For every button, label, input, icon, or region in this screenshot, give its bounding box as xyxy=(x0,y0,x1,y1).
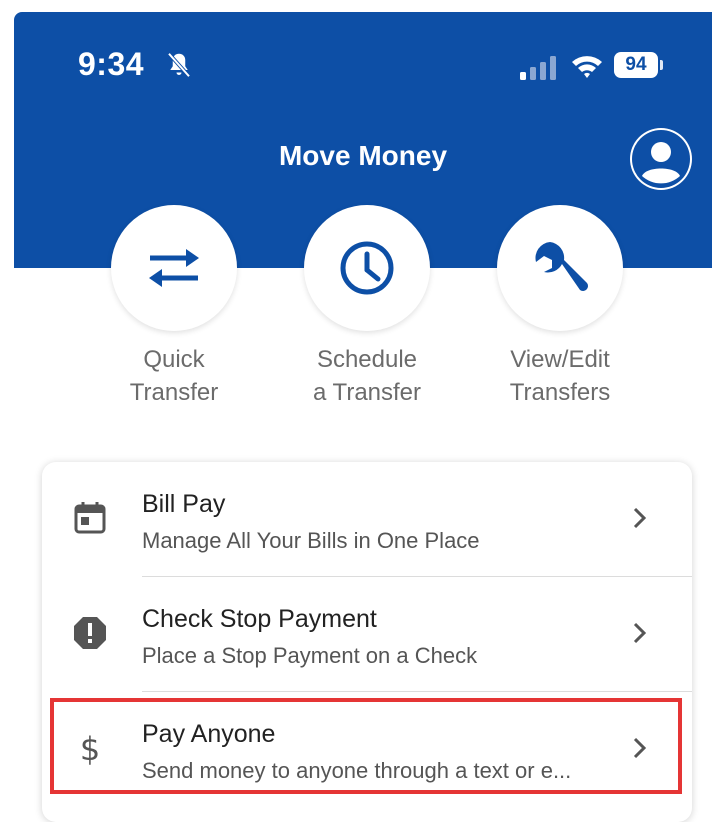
menu-item-title: Bill Pay xyxy=(142,490,226,518)
menu-item-subtitle: Manage All Your Bills in One Place xyxy=(142,528,480,553)
menu-item-title: Check Stop Payment xyxy=(142,605,377,633)
quick-transfer-label: Quick Transfer xyxy=(129,346,219,406)
chevron-right-icon xyxy=(633,507,647,529)
schedule-transfer-button[interactable]: Schedule a Transfer xyxy=(277,205,457,409)
bell-muted-icon xyxy=(167,52,191,78)
wifi-icon xyxy=(572,56,602,78)
clock-icon xyxy=(340,241,394,295)
chevron-right-icon xyxy=(633,622,647,644)
user-avatar-icon xyxy=(632,130,690,188)
battery-indicator: 94 xyxy=(614,52,658,78)
menu-item-subtitle: Place a Stop Payment on a Check xyxy=(142,643,478,668)
highlight-box xyxy=(50,698,682,794)
view-edit-transfers-button[interactable]: View/Edit Transfers xyxy=(470,205,650,409)
cell-signal-icon xyxy=(520,56,556,80)
menu-item-check-stop-payment[interactable]: Check Stop Payment Place a Stop Payment … xyxy=(42,577,692,691)
schedule-transfer-label: Schedule a Transfer xyxy=(312,346,422,406)
quick-transfer-circle[interactable] xyxy=(111,205,237,331)
page-title: Move Money xyxy=(278,140,448,171)
menu-item-bill-pay[interactable]: Bill Pay Manage All Your Bills in One Pl… xyxy=(42,462,692,576)
wrench-icon xyxy=(535,242,588,291)
view-edit-transfers-label: View/Edit Transfers xyxy=(509,346,611,406)
schedule-transfer-circle[interactable] xyxy=(304,205,430,331)
view-edit-transfers-circle[interactable] xyxy=(497,205,623,331)
calendar-icon xyxy=(74,502,106,534)
alert-octagon-icon xyxy=(74,617,106,649)
quick-actions: Quick Transfer Schedule a Transfer View/… xyxy=(0,205,712,425)
transfer-arrows-icon xyxy=(149,249,199,287)
profile-avatar-button[interactable] xyxy=(630,128,692,190)
quick-transfer-button[interactable]: Quick Transfer xyxy=(84,205,264,409)
status-bar: 9:34 94 xyxy=(14,12,712,112)
battery-tip xyxy=(660,60,663,70)
status-time: 9:34 xyxy=(78,46,145,82)
